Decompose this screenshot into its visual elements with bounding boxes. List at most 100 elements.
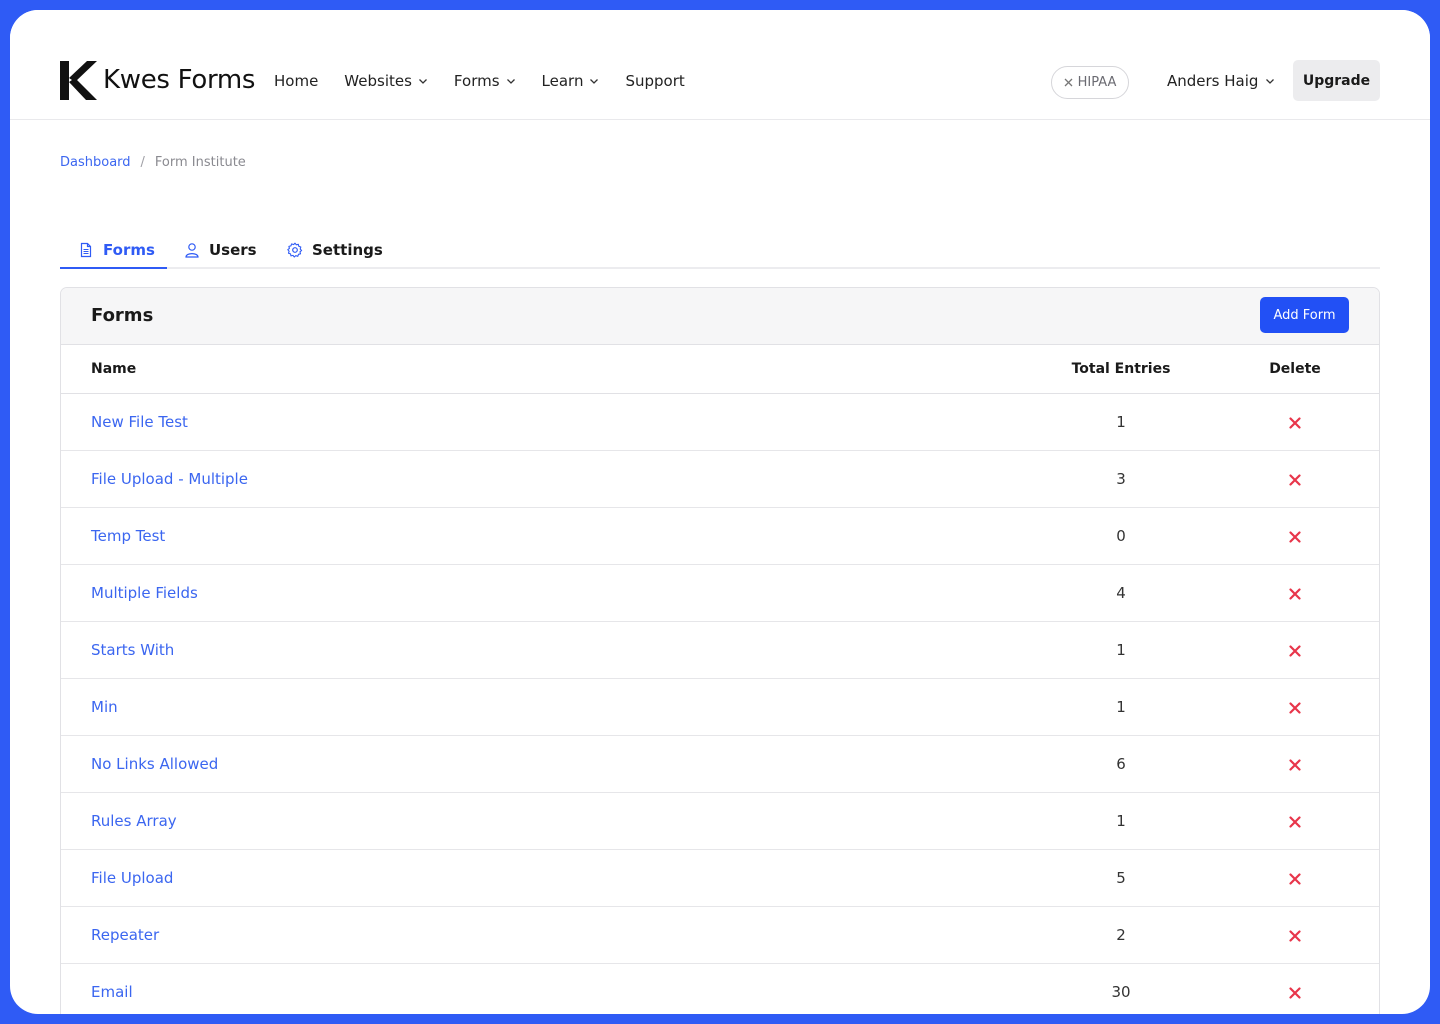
upgrade-button[interactable]: Upgrade: [1293, 60, 1380, 101]
app-window: Kwes Forms Home Websites Forms Learn Sup…: [10, 10, 1430, 1014]
delete-icon[interactable]: [1289, 701, 1301, 714]
brand-name: Kwes Forms: [103, 65, 256, 95]
user-name: Anders Haig: [1167, 72, 1259, 90]
hipaa-label: HIPAA: [1077, 75, 1117, 90]
table-row: Starts With 1: [61, 621, 1379, 679]
column-header-total-entries[interactable]: Total Entries: [1031, 345, 1211, 394]
chevron-down-icon: [506, 78, 515, 84]
tab-bar: Forms Users Settings: [60, 225, 1380, 269]
table-row: New File Test 1: [61, 393, 1379, 451]
form-name-link[interactable]: No Links Allowed: [91, 755, 218, 773]
form-name-cell: Multiple Fields: [61, 564, 1031, 622]
form-name-cell: Email: [61, 963, 1031, 1014]
table-row: Repeater 2: [61, 906, 1379, 964]
tab-forms[interactable]: Forms: [78, 235, 155, 265]
total-entries-cell: 30: [1031, 963, 1211, 1014]
forms-panel: Forms Add Form Name Total Entries Delete…: [60, 287, 1380, 1014]
nav-forms[interactable]: Forms: [454, 72, 516, 90]
delete-cell: [1211, 735, 1379, 793]
chevron-down-icon: [590, 78, 599, 84]
tab-users-label: Users: [209, 241, 257, 259]
hipaa-badge[interactable]: HIPAA: [1051, 66, 1129, 99]
tab-forms-label: Forms: [103, 241, 155, 259]
active-tab-indicator: [60, 267, 167, 269]
delete-icon[interactable]: [1289, 872, 1301, 885]
total-entries-cell: 0: [1031, 507, 1211, 565]
tab-users[interactable]: Users: [184, 235, 257, 265]
delete-cell: [1211, 450, 1379, 508]
form-name-cell: New File Test: [61, 393, 1031, 451]
delete-icon[interactable]: [1289, 929, 1301, 942]
form-name-cell: Rules Array: [61, 792, 1031, 850]
total-entries-cell: 1: [1031, 621, 1211, 679]
column-header-name[interactable]: Name: [61, 345, 1031, 394]
kwes-logo-icon: [60, 60, 97, 100]
user-menu[interactable]: Anders Haig: [1167, 70, 1275, 92]
nav-forms-label: Forms: [453, 72, 500, 90]
delete-icon[interactable]: [1289, 473, 1301, 486]
panel-header: Forms Add Form: [61, 288, 1379, 345]
form-name-link[interactable]: New File Test: [91, 413, 188, 431]
panel-title: Forms: [91, 305, 154, 326]
delete-cell: [1211, 564, 1379, 622]
total-entries-cell: 3: [1031, 450, 1211, 508]
breadcrumb: Dashboard / Form Institute: [60, 155, 246, 170]
delete-icon[interactable]: [1289, 416, 1301, 429]
form-name-link[interactable]: Temp Test: [91, 527, 165, 545]
column-header-delete: Delete: [1211, 345, 1379, 394]
delete-icon[interactable]: [1289, 530, 1301, 543]
chevron-down-icon: [418, 78, 427, 84]
table-header-row: Name Total Entries Delete: [61, 345, 1379, 394]
total-entries-cell: 1: [1031, 678, 1211, 736]
table-body: New File Test 1 File Upload - Multiple 3 Tem…: [61, 393, 1379, 1014]
nav-websites[interactable]: Websites: [344, 72, 428, 90]
tab-settings[interactable]: Settings: [287, 235, 383, 265]
form-name-cell: No Links Allowed: [61, 735, 1031, 793]
table-row: Min 1: [61, 678, 1379, 736]
nav-home[interactable]: Home: [274, 72, 318, 90]
delete-cell: [1211, 621, 1379, 679]
add-form-button[interactable]: Add Form: [1260, 297, 1349, 333]
delete-icon[interactable]: [1289, 758, 1301, 771]
table-row: Temp Test 0: [61, 507, 1379, 565]
total-entries-cell: 1: [1031, 792, 1211, 850]
form-name-cell: Min: [61, 678, 1031, 736]
tab-settings-label: Settings: [312, 241, 383, 259]
form-name-link[interactable]: Email: [91, 983, 133, 1001]
total-entries-cell: 2: [1031, 906, 1211, 964]
delete-cell: [1211, 963, 1379, 1014]
table-row: Email 30: [61, 963, 1379, 1014]
delete-icon[interactable]: [1289, 644, 1301, 657]
delete-cell: [1211, 849, 1379, 907]
nav-learn[interactable]: Learn: [542, 72, 600, 90]
form-name-link[interactable]: File Upload: [91, 869, 173, 887]
nav-support-label: Support: [625, 72, 685, 90]
gear-icon: [287, 242, 303, 258]
breadcrumb-dashboard-link[interactable]: Dashboard: [60, 155, 131, 170]
delete-icon[interactable]: [1289, 986, 1301, 999]
form-name-cell: File Upload: [61, 849, 1031, 907]
total-entries-cell: 5: [1031, 849, 1211, 907]
chevron-down-icon: [1266, 78, 1275, 84]
form-name-link[interactable]: File Upload - Multiple: [91, 470, 248, 488]
table-row: File Upload - Multiple 3: [61, 450, 1379, 508]
delete-cell: [1211, 507, 1379, 565]
breadcrumb-current: Form Institute: [154, 155, 246, 170]
table-row: No Links Allowed 6: [61, 735, 1379, 793]
form-name-link[interactable]: Starts With: [91, 641, 174, 659]
total-entries-cell: 1: [1031, 393, 1211, 451]
forms-table: Name Total Entries Delete New File Test 1…: [61, 345, 1379, 1014]
delete-cell: [1211, 792, 1379, 850]
delete-icon[interactable]: [1289, 587, 1301, 600]
table-row: Rules Array 1: [61, 792, 1379, 850]
delete-icon[interactable]: [1289, 815, 1301, 828]
form-name-link[interactable]: Multiple Fields: [91, 584, 198, 602]
document-icon: [80, 242, 92, 258]
top-header: Kwes Forms Home Websites Forms Learn Sup…: [10, 10, 1430, 120]
form-name-link[interactable]: Rules Array: [91, 812, 177, 830]
brand-logo[interactable]: Kwes Forms: [60, 60, 255, 100]
form-name-cell: File Upload - Multiple: [61, 450, 1031, 508]
form-name-link[interactable]: Repeater: [91, 926, 159, 944]
form-name-link[interactable]: Min: [91, 698, 118, 716]
nav-support[interactable]: Support: [625, 72, 684, 90]
